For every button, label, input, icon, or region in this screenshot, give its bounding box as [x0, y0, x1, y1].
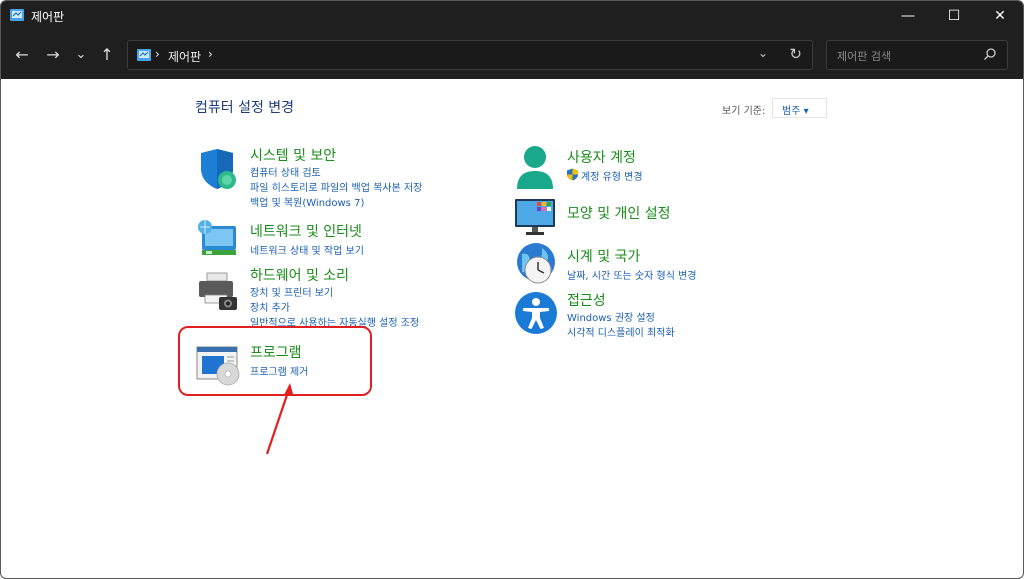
view-by-label: 보기 기준:: [722, 106, 766, 117]
control-panel-icon: [137, 49, 151, 61]
category-ease-of-access[interactable]: 접근성: [567, 290, 606, 310]
search-box[interactable]: [826, 40, 1008, 71]
recent-locations-button[interactable]: ⌄: [70, 44, 92, 66]
shield-icon[interactable]: [197, 147, 239, 191]
breadcrumb-separator: ›: [155, 47, 160, 61]
accessibility-icon[interactable]: [514, 291, 558, 335]
link-backup-restore[interactable]: 백업 및 복원(Windows 7): [250, 194, 364, 209]
category-clock-region[interactable]: 시계 및 국가: [567, 246, 640, 266]
search-input[interactable]: [827, 41, 989, 71]
back-button[interactable]: ←: [11, 44, 33, 66]
link-date-time-format[interactable]: 날짜, 시간 또는 숫자 형식 변경: [567, 267, 696, 282]
network-icon[interactable]: [196, 218, 240, 260]
link-devices-printers[interactable]: 장치 및 프린터 보기: [250, 284, 333, 299]
category-network[interactable]: 네트워크 및 인터넷: [250, 221, 362, 241]
page-title: 컴퓨터 설정 변경: [195, 100, 295, 116]
control-panel-window: 제어판 — ☐ ✕ ← → ⌄ ↑ › 제어판 › ⌄ ↻ 제어판 검색 컴퓨터…: [0, 0, 1024, 579]
monitor-icon[interactable]: [514, 197, 558, 237]
window-title: 제어판: [31, 10, 65, 24]
link-review-status[interactable]: 컴퓨터 상태 검토: [250, 164, 321, 179]
annotation-arrow-icon: [265, 383, 293, 455]
category-hardware-sound[interactable]: 하드웨어 및 소리: [250, 265, 349, 285]
close-button[interactable]: ✕: [977, 1, 1023, 31]
category-appearance[interactable]: 모양 및 개인 설정: [567, 203, 671, 223]
breadcrumb-separator[interactable]: ›: [208, 47, 213, 61]
user-accounts-icon[interactable]: [515, 145, 555, 191]
search-icon[interactable]: [983, 47, 997, 61]
navigation-bar: ← → ⌄ ↑ › 제어판 › ⌄ ↻: [1, 31, 1023, 79]
link-add-device[interactable]: 장치 추가: [250, 299, 290, 314]
minimize-button[interactable]: —: [885, 1, 931, 31]
printer-icon[interactable]: [197, 269, 241, 313]
refresh-icon[interactable]: ↻: [789, 45, 802, 63]
maximize-button[interactable]: ☐: [931, 1, 977, 31]
clock-globe-icon[interactable]: [514, 242, 558, 288]
title-bar: 제어판 — ☐ ✕: [1, 1, 1023, 31]
link-recommended-settings[interactable]: Windows 권장 설정: [567, 309, 655, 324]
category-user-accounts[interactable]: 사용자 계정: [567, 147, 636, 167]
address-bar[interactable]: › 제어판 › ⌄ ↻: [127, 40, 813, 70]
link-file-history[interactable]: 파일 히스토리로 파일의 백업 복사본 저장: [250, 179, 422, 194]
address-dropdown-icon[interactable]: ⌄: [758, 46, 768, 60]
view-by-dropdown[interactable]: 범주 ▾: [772, 98, 827, 118]
up-button[interactable]: ↑: [96, 44, 118, 66]
link-optimize-display[interactable]: 시각적 디스플레이 최적화: [567, 324, 675, 339]
breadcrumb-control-panel[interactable]: 제어판: [168, 48, 201, 65]
link-change-account-type[interactable]: 계정 유형 변경: [581, 168, 643, 183]
forward-button[interactable]: →: [42, 44, 64, 66]
link-network-status[interactable]: 네트워크 상태 및 작업 보기: [250, 242, 364, 257]
category-system-security[interactable]: 시스템 및 보안: [250, 145, 336, 165]
control-panel-icon: [10, 9, 24, 21]
uac-shield-icon: [567, 168, 578, 181]
